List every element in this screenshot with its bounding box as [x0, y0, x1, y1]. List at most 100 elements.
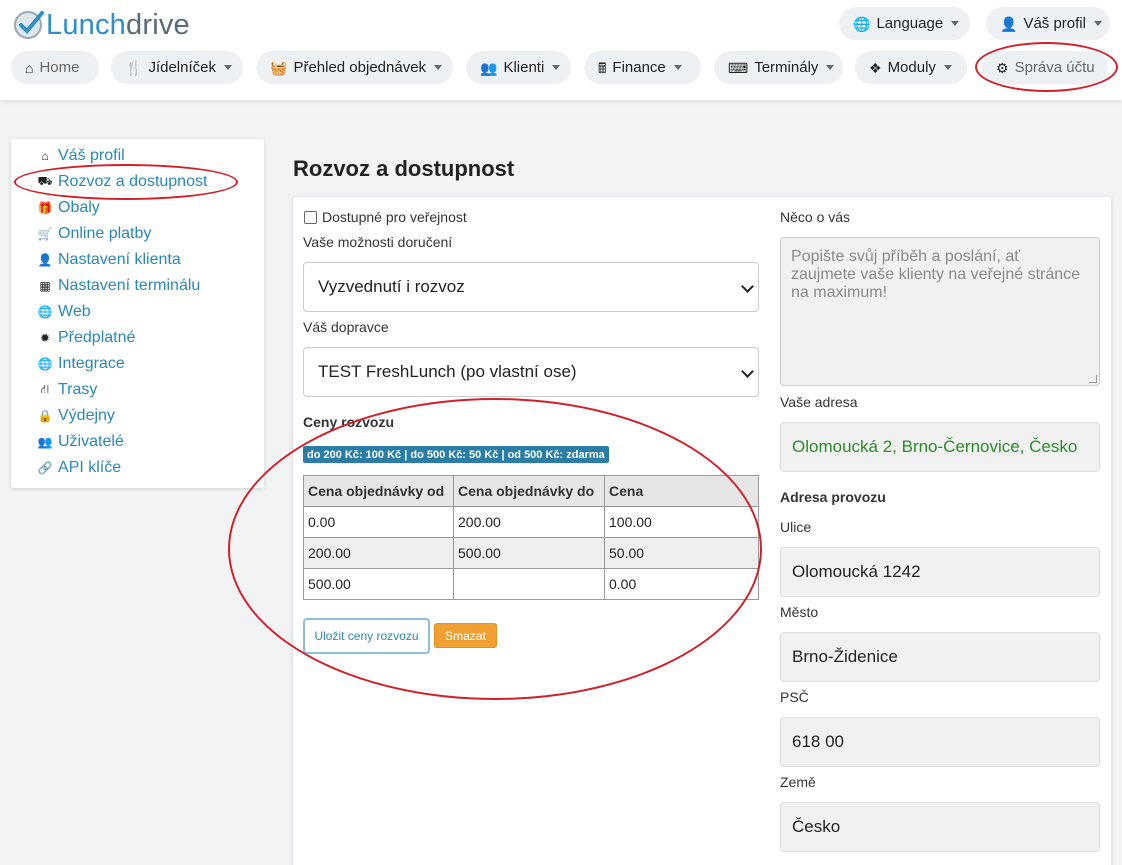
page-title: Rozvoz a dostupnost — [293, 156, 515, 181]
zip-field[interactable]: 618 00 — [780, 717, 1100, 767]
keyboard-icon: ⌨ — [728, 59, 749, 76]
nav-account[interactable]: ⚙ Správa účtu — [982, 51, 1108, 84]
chevron-down-icon — [741, 280, 754, 293]
sidebar-item-předplatné[interactable]: ✹ Předplatné — [37, 327, 135, 349]
zip-label: PSČ — [780, 689, 809, 705]
gift-icon: 🎁 — [37, 201, 53, 215]
sidebar-item-label: Předplatné — [58, 329, 136, 346]
nav-finance-label: Finance — [612, 59, 666, 76]
nav-account-label: Správa účtu — [1014, 59, 1095, 76]
sidebar-item-integrace[interactable]: 🌐 Integrace — [37, 353, 125, 375]
table-cell[interactable]: 200.00 — [453, 506, 605, 538]
sidebar-item-api-klíče[interactable]: 🔗 API klíče — [37, 457, 122, 479]
street-label: Ulice — [780, 519, 812, 535]
home-icon: ⌂ — [41, 149, 49, 163]
table-header-cell: Cena objednávky do — [453, 475, 605, 507]
carrier-select[interactable]: TEST FreshLunch (po vlastní ose) — [303, 347, 759, 397]
nav-menu-label: Jídelníček — [148, 59, 216, 76]
table-cell[interactable] — [453, 568, 605, 600]
chevron-down-icon — [943, 65, 952, 70]
nav-clients-label: Klienti — [503, 59, 545, 76]
chevron-down-icon — [1093, 21, 1102, 26]
cash-register-icon: 🖩 — [598, 59, 607, 76]
nav-clients[interactable]: 👥 Klienti — [466, 51, 571, 84]
sidebar-item-obaly[interactable]: 🎁 Obaly — [37, 197, 100, 219]
operation-address-heading: Adresa provozu — [780, 489, 886, 505]
grid-icon: ▦ — [39, 279, 51, 293]
table-row[interactable]: 200.00 500.00 50.00 — [303, 537, 759, 569]
table-cell[interactable]: 500.00 — [303, 568, 454, 600]
sidebar-item-výdejny[interactable]: 🔒 Výdejny — [37, 405, 115, 427]
users-icon: 👥 — [37, 435, 53, 449]
nav-orders[interactable]: 🧺 Přehled objednávek — [256, 51, 453, 84]
logo-check-icon — [14, 11, 44, 39]
lunchdrive-logo[interactable]: Lunchdrive — [12, 8, 190, 42]
street-field[interactable]: Olomoucká 1242 — [780, 547, 1100, 597]
chevron-down-icon — [826, 65, 835, 70]
nav-modules[interactable]: ❖ Moduly — [855, 51, 967, 84]
language-dropdown[interactable]: 🌐 Language — [839, 7, 970, 40]
nav-finance[interactable]: 🖩 Finance — [584, 51, 701, 84]
cutlery-icon: 🍴 — [125, 59, 143, 76]
sidebar-item-trasy[interactable]: ⛙ Trasy — [37, 379, 98, 401]
about-textarea[interactable]: Popište svůj příběh a poslání, ať zaujme… — [780, 237, 1100, 386]
sidebar-item-online-platby[interactable]: 🛒 Online platby — [37, 223, 152, 245]
sidebar-item-váš-profil[interactable]: ⌂ Váš profil — [37, 145, 125, 167]
user-icon: 👤 — [1000, 15, 1018, 32]
nav-home[interactable]: ⌂ Home — [11, 51, 99, 84]
road-icon: ⛙ — [40, 382, 50, 396]
about-label: Něco o vás — [780, 209, 851, 225]
public-availability-checkbox[interactable] — [304, 211, 317, 224]
sidebar-item-label: Online platby — [58, 225, 152, 242]
table-cell[interactable]: 0.00 — [303, 506, 454, 538]
sidebar-item-nastavení-terminálu[interactable]: ▦ Nastavení terminálu — [37, 275, 200, 297]
table-cell[interactable]: 200.00 — [303, 537, 454, 569]
users-icon: 👥 — [480, 59, 498, 76]
chevron-down-icon — [552, 65, 561, 70]
table-cell[interactable]: 500.00 — [453, 537, 605, 569]
nav-terminals[interactable]: ⌨ Terminály — [714, 51, 843, 84]
sidebar-item-label: Obaly — [58, 199, 100, 216]
city-field[interactable]: Brno-Židenice — [780, 632, 1100, 682]
sidebar-item-label: Váš profil — [58, 147, 125, 164]
nav-orders-label: Přehled objednávek — [293, 59, 427, 76]
chevron-down-icon — [741, 365, 754, 378]
save-delivery-prices-button[interactable]: Uložit ceny rozvozu — [303, 618, 430, 654]
chevron-down-icon — [434, 65, 443, 70]
logo-text: Lunchdrive — [46, 8, 190, 41]
table-cell[interactable]: 100.00 — [604, 506, 759, 538]
table-cell[interactable]: 50.00 — [604, 537, 759, 569]
home-icon: ⌂ — [25, 59, 34, 76]
resize-grip-icon[interactable] — [1089, 375, 1097, 383]
sidebar-item-label: Rozvoz a dostupnost — [58, 173, 208, 190]
nav-modules-label: Moduly — [887, 59, 936, 76]
delivery-options-value: Vyzvednutí i rozvoz — [318, 277, 465, 296]
sidebar-item-label: API klíče — [58, 459, 122, 476]
delivery-options-select[interactable]: Vyzvednutí i rozvoz — [303, 262, 759, 312]
table-row[interactable]: 500.00 0.00 — [303, 568, 759, 600]
globe-icon: 🌐 — [853, 15, 871, 32]
chevron-down-icon — [223, 65, 232, 70]
city-label: Město — [780, 604, 819, 620]
address-label: Vaše adresa — [780, 394, 858, 410]
nav-menu[interactable]: 🍴 Jídelníček — [111, 51, 243, 84]
user-icon: 👤 — [37, 253, 53, 267]
language-label: Language — [876, 15, 944, 32]
cart-icon: 🛒 — [37, 227, 53, 241]
sidebar-item-rozvoz-a-dostupnost[interactable]: ⛟ Rozvoz a dostupnost — [37, 171, 207, 193]
sidebar-item-nastavení-klienta[interactable]: 👤 Nastavení klienta — [37, 249, 181, 271]
carrier-label: Váš dopravce — [303, 319, 389, 335]
link-icon: 🔗 — [37, 461, 53, 475]
profile-label: Váš profil — [1023, 15, 1086, 32]
address-field[interactable]: Olomoucká 2, Brno-Černovice, Česko — [780, 422, 1100, 472]
profile-dropdown[interactable]: 👤 Váš profil — [986, 7, 1110, 40]
nav-terminals-label: Terminály — [754, 59, 819, 76]
country-field[interactable]: Česko — [780, 802, 1100, 852]
delete-button[interactable]: Smazat — [434, 623, 497, 648]
sidebar-item-web[interactable]: 🌐 Web — [37, 301, 91, 323]
cubes-icon: ❖ — [869, 59, 882, 76]
table-row[interactable]: 0.00 200.00 100.00 — [303, 506, 759, 538]
table-cell[interactable]: 0.00 — [604, 568, 759, 600]
sidebar-item-uživatelé[interactable]: 👥 Uživatelé — [37, 431, 124, 453]
table-header-cell: Cena objednávky od — [303, 475, 454, 507]
